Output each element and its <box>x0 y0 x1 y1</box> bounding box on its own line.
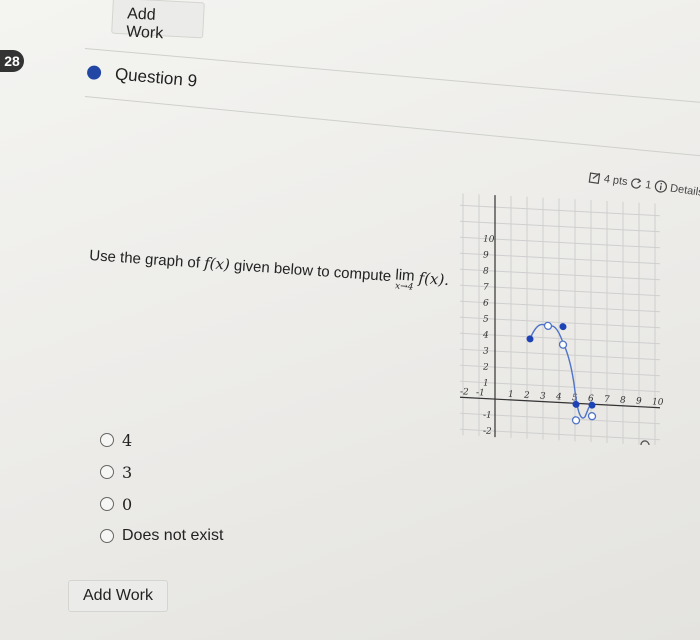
question-prompt: Use the graph of f(x) given below to com… <box>88 246 450 295</box>
option-label: 0 <box>122 494 133 514</box>
option-label: Does not exist <box>122 527 224 544</box>
option-1[interactable]: 4 <box>100 424 223 456</box>
grid-line <box>460 300 660 313</box>
radio-button[interactable] <box>100 529 114 543</box>
x-tick-label: 10 <box>652 397 664 408</box>
prompt-text-start: Use the graph of <box>88 246 205 272</box>
closed-point <box>572 400 580 408</box>
y-tick-label: 2 <box>482 362 489 372</box>
x-tick-label: 7 <box>604 395 610 405</box>
open-point <box>543 321 553 331</box>
limit-function: f(x). <box>418 269 450 290</box>
add-work-button-top[interactable]: Add Work <box>111 0 205 42</box>
details-link[interactable]: Details <box>669 182 700 199</box>
question-title: Question 9 <box>114 64 198 91</box>
limit-expression: lim x→4 <box>394 266 415 293</box>
open-point <box>558 340 568 349</box>
grid-line <box>460 204 660 217</box>
y-tick-label: 3 <box>483 346 489 356</box>
y-tick-label: 8 <box>483 266 489 276</box>
answer-options: 4 3 0 Does not exist <box>100 424 223 552</box>
magnifier-icon[interactable] <box>640 440 652 445</box>
x-tick-label: 3 <box>540 391 546 401</box>
y-tick-label: 1 <box>483 378 489 388</box>
grid-line <box>460 364 660 377</box>
option-4[interactable]: Does not exist <box>100 520 223 552</box>
edit-icon[interactable] <box>588 170 602 184</box>
radio-button[interactable] <box>100 465 114 479</box>
prompt-function: f(x) <box>203 254 231 274</box>
closed-point <box>588 401 596 409</box>
open-point <box>571 416 581 425</box>
grid-line <box>460 284 660 297</box>
y-tick-label: 5 <box>483 314 489 324</box>
x-tick-label: -1 <box>476 388 485 398</box>
question-header: Question 9 <box>86 62 198 92</box>
y-tick-label: 4 <box>482 330 489 340</box>
grid-line <box>460 268 660 281</box>
y-tick-label: 9 <box>483 250 489 260</box>
open-point <box>587 412 597 421</box>
y-tick-label: 10 <box>483 234 495 245</box>
grid-line <box>460 220 660 233</box>
x-tick-label: 9 <box>636 396 642 406</box>
x-tick-label: 2 <box>523 391 530 401</box>
x-tick-label: 8 <box>620 396 626 406</box>
option-label: 3 <box>122 462 133 482</box>
x-tick-label: 1 <box>508 390 514 400</box>
option-label: 4 <box>122 430 133 450</box>
radio-button[interactable] <box>100 497 114 511</box>
grid-line <box>460 348 660 361</box>
y-tick-label: 6 <box>483 298 489 308</box>
add-work-button-bottom[interactable]: Add Work <box>68 580 168 612</box>
closed-point <box>559 323 567 331</box>
function-graph: -2 -1 1 2 3 4 5 6 7 8 9 10 10987654321-1-2 <box>460 193 664 445</box>
divider-title <box>84 96 700 157</box>
limit-subscript: x→4 <box>394 281 414 293</box>
x-tick-label: -2 <box>460 387 469 397</box>
y-tick-label: -1 <box>483 410 492 420</box>
y-tick-label: 7 <box>483 282 489 292</box>
grid-line <box>460 380 660 393</box>
radio-button[interactable] <box>100 433 114 447</box>
prompt-text-middle: given below to compute <box>229 256 396 286</box>
option-3[interactable]: 0 <box>100 488 223 520</box>
x-tick-label: 4 <box>555 392 562 402</box>
question-number-badge: 28 <box>0 50 24 72</box>
grid-line <box>460 252 660 265</box>
closed-point <box>526 335 534 343</box>
y-tick-label: -2 <box>483 426 492 436</box>
question-status-dot <box>86 64 102 81</box>
option-2[interactable]: 3 <box>100 456 223 488</box>
